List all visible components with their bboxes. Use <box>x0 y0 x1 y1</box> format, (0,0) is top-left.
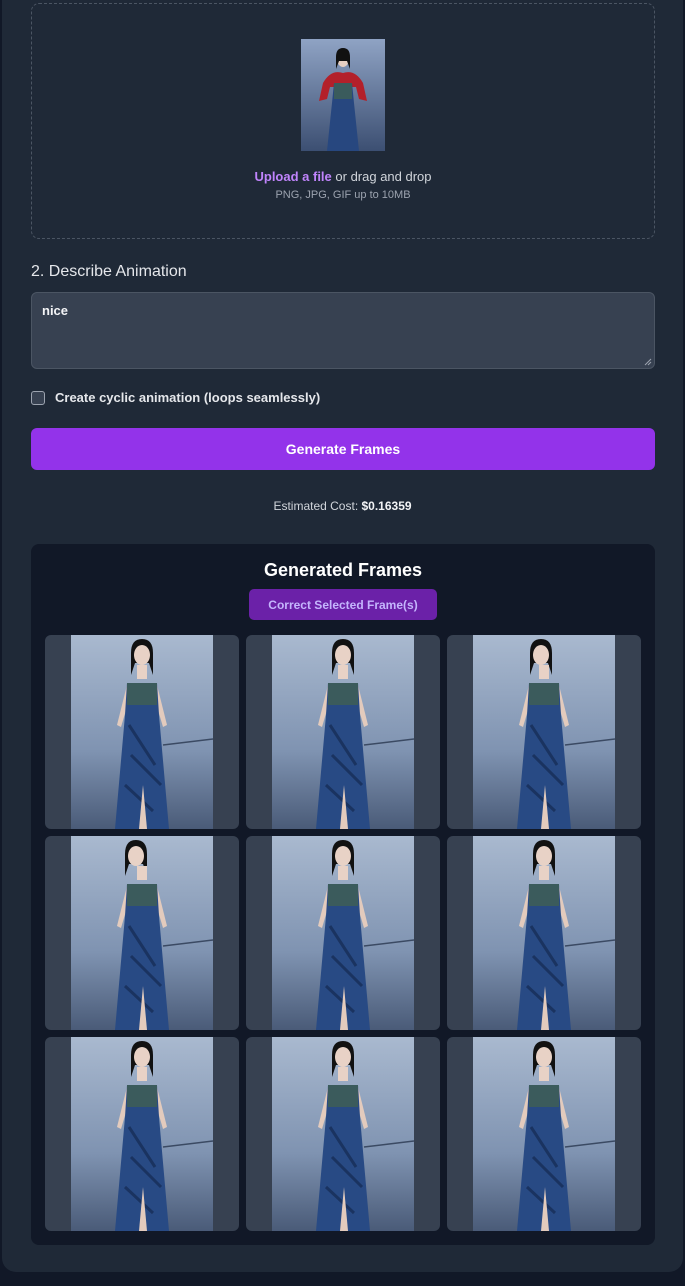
generated-frame[interactable] <box>45 1037 239 1231</box>
frame-image <box>272 635 414 829</box>
generated-frame[interactable] <box>447 1037 641 1231</box>
estimated-cost-label: Estimated Cost: <box>273 499 362 513</box>
frames-grid <box>45 635 641 1231</box>
frame-image <box>473 635 615 829</box>
drag-drop-text: or drag and drop <box>331 169 432 184</box>
frame-image <box>473 1037 615 1231</box>
frame-image <box>71 836 213 1030</box>
frame-image <box>71 635 213 829</box>
upload-file-link[interactable]: Upload a file <box>254 169 331 184</box>
generated-frame[interactable] <box>45 635 239 829</box>
generated-frame[interactable] <box>447 635 641 829</box>
frame-image <box>71 1037 213 1231</box>
generated-frame[interactable] <box>246 1037 440 1231</box>
generated-frame[interactable] <box>447 836 641 1030</box>
generated-frames-panel: Generated Frames Correct Selected Frame(… <box>31 544 655 1245</box>
cyclic-animation-checkbox[interactable] <box>31 390 45 405</box>
generated-frame[interactable] <box>246 836 440 1030</box>
generate-frames-button[interactable]: Generate Frames <box>31 428 655 470</box>
estimated-cost-value: $0.16359 <box>361 499 412 513</box>
frame-image <box>272 1037 414 1231</box>
generated-frame[interactable] <box>246 635 440 829</box>
generated-frame[interactable] <box>45 836 239 1030</box>
estimated-cost: Estimated Cost: $0.16359 <box>0 499 685 513</box>
describe-animation-heading: 2. Describe Animation <box>31 263 187 280</box>
upload-dropzone[interactable]: Upload a file or drag and drop PNG, JPG,… <box>31 3 655 239</box>
cyclic-animation-label[interactable]: Create cyclic animation (loops seamlessl… <box>55 390 320 405</box>
frame-image <box>473 836 615 1030</box>
upload-instructions: Upload a file or drag and drop <box>32 169 654 184</box>
prompt-value: nice <box>42 303 69 318</box>
upload-file-hint: PNG, JPG, GIF up to 10MB <box>275 189 411 201</box>
frame-image <box>272 836 414 1030</box>
generated-frames-heading: Generated Frames <box>263 560 423 580</box>
animation-prompt-textarea[interactable]: nice <box>31 292 655 369</box>
correct-selected-frames-button[interactable]: Correct Selected Frame(s) <box>249 589 437 620</box>
resize-handle-icon[interactable] <box>644 358 652 366</box>
uploaded-image-thumbnail <box>301 39 385 151</box>
cyclic-animation-option[interactable]: Create cyclic animation (loops seamlessl… <box>31 390 320 405</box>
